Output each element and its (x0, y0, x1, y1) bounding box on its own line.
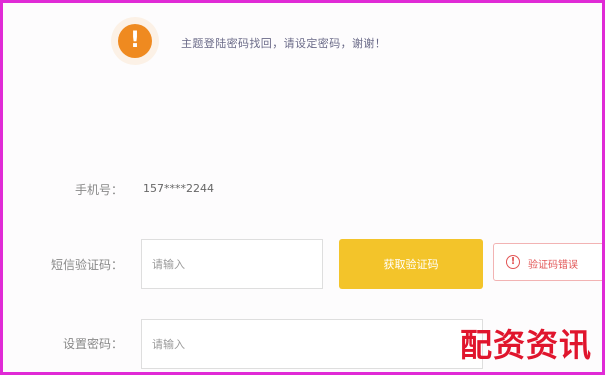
error-text: 验证码错误 (528, 260, 578, 271)
sms-code-label: 短信验证码： (50, 258, 123, 272)
password-label: 设置密码： (62, 337, 123, 351)
password-input[interactable] (141, 319, 483, 369)
sms-code-input[interactable] (141, 239, 323, 289)
exclamation-icon: ! (118, 24, 152, 58)
error-icon: ! (506, 255, 520, 269)
phone-value: 157****2244 (143, 182, 214, 195)
alert-icon: ! (111, 17, 159, 65)
send-code-button[interactable]: 获取验证码 (339, 239, 483, 289)
phone-label: 手机号： (74, 183, 123, 197)
notice-text: 主题登陆密码找回，请设定密码，谢谢！ (181, 37, 387, 50)
watermark: 配资资讯 (459, 326, 592, 364)
screenshot-frame: ! 主题登陆密码找回，请设定密码，谢谢！ 手机号： 157****2244 短信… (0, 0, 605, 375)
error-tooltip: ! 验证码错误 (493, 243, 602, 281)
